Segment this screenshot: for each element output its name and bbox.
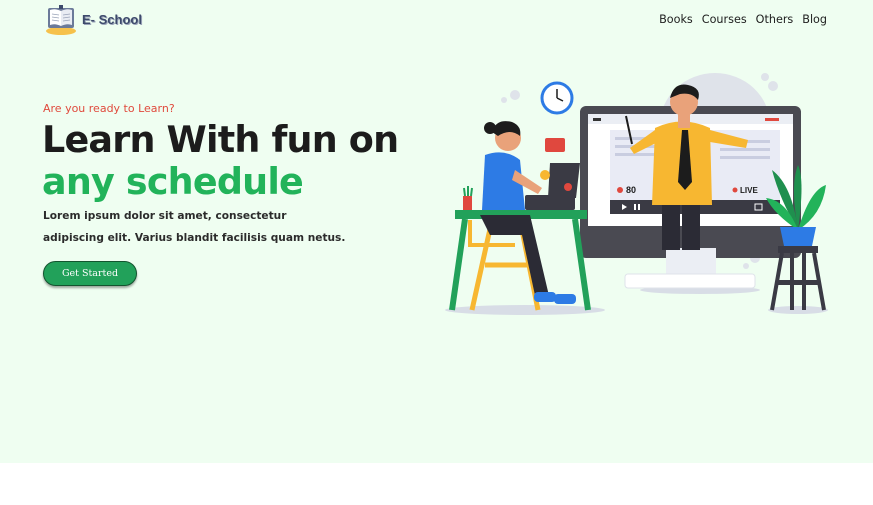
site-logo[interactable]: E- School: [44, 4, 142, 35]
hero-title-line1: Learn With fun on: [42, 118, 399, 161]
nav-others[interactable]: Others: [756, 13, 794, 26]
clock-icon: [540, 81, 574, 115]
hero-description-line1: Lorem ipsum dolor sit amet, consectetur: [43, 210, 287, 222]
main-nav: Books Courses Others Blog: [659, 13, 827, 26]
hero-description-line2: adipiscing elit. Varius blandit facilisi…: [43, 232, 346, 244]
book-logo-icon: [44, 4, 78, 35]
live-label: LIVE: [740, 186, 758, 195]
next-section: [0, 463, 873, 505]
viewer-count: 80: [626, 185, 636, 195]
online-learning-illustration: 80 LIVE: [445, 73, 828, 315]
nav-books[interactable]: Books: [659, 13, 693, 26]
hero-title-line2: any schedule: [42, 160, 304, 203]
nav-blog[interactable]: Blog: [802, 13, 827, 26]
logo-text: E- School: [82, 11, 142, 27]
get-started-button[interactable]: Get Started: [43, 261, 137, 286]
nav-courses[interactable]: Courses: [702, 13, 747, 26]
hero-eyebrow: Are you ready to Learn?: [43, 102, 175, 115]
